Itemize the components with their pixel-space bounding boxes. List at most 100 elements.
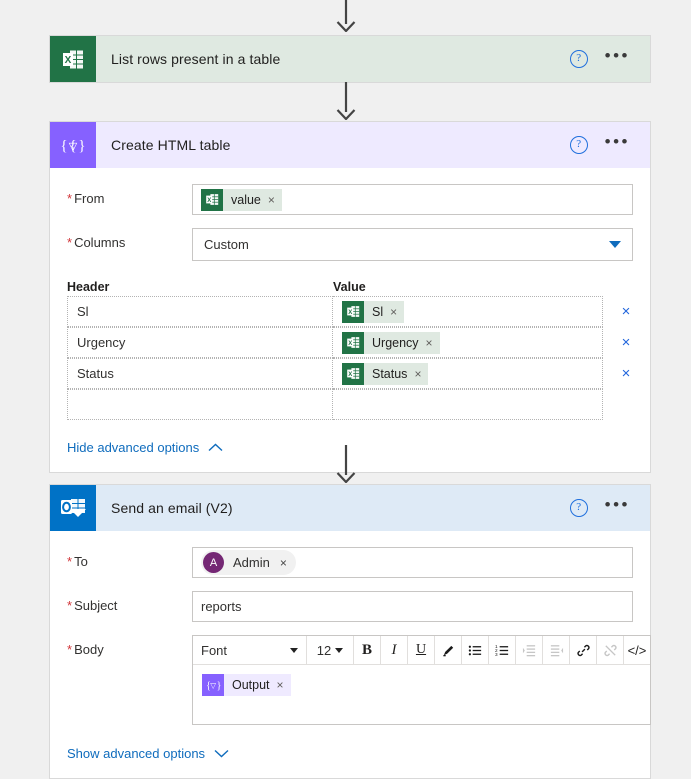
required-asterisk: * xyxy=(67,554,73,569)
card-header-actions: ? ••• xyxy=(569,47,650,68)
font-size-dropdown[interactable]: 12 xyxy=(307,636,353,664)
field-label-columns: * Columns xyxy=(67,228,192,250)
delete-row-icon[interactable]: × xyxy=(603,358,649,389)
token-value[interactable]: X value × xyxy=(201,188,282,211)
help-icon[interactable]: ? xyxy=(569,499,588,517)
field-control-subject: reports xyxy=(192,591,633,622)
columns-grid-headers: Header Value xyxy=(67,280,633,294)
label-text-columns: Columns xyxy=(74,235,126,250)
token-remove-icon[interactable]: × xyxy=(414,367,421,381)
body-content-area[interactable]: { ▽ } Output × xyxy=(193,665,650,724)
table-row[interactable]: Status X Status × × xyxy=(67,358,633,389)
arrow-list-rows-to-create-html xyxy=(0,82,691,120)
card-header-send-email[interactable]: Send an email (V2) ? ••• xyxy=(50,485,650,531)
font-family-value: Font xyxy=(201,642,228,658)
card-header-list-rows[interactable]: X List rows present in a table ? ••• xyxy=(50,36,650,82)
header-cell-input[interactable]: Sl xyxy=(67,296,333,327)
token-remove-icon[interactable]: × xyxy=(277,678,284,692)
value-cell-input[interactable] xyxy=(333,389,603,420)
excel-icon: X xyxy=(342,300,364,323)
table-row[interactable]: Sl X Sl × × xyxy=(67,296,633,327)
required-asterisk: * xyxy=(67,598,73,613)
table-row-empty[interactable] xyxy=(67,389,633,420)
chevron-down-icon[interactable] xyxy=(609,241,621,248)
columns-selected-value: Custom xyxy=(204,237,249,252)
svg-text:3: 3 xyxy=(495,652,498,657)
create-html-table-body: * From X value × * Columns Custom xyxy=(50,168,650,261)
token-remove-icon[interactable]: × xyxy=(426,336,433,350)
header-cell-input[interactable] xyxy=(67,389,333,420)
token-remove-icon[interactable]: × xyxy=(390,305,397,319)
columns-dropdown[interactable]: Custom xyxy=(192,228,633,261)
help-icon[interactable]: ? xyxy=(569,50,588,68)
link-icon[interactable] xyxy=(570,636,596,664)
token-label: Status xyxy=(372,366,408,381)
card-header-create-html-table[interactable]: { ▽ } { Create HTML table ? ••• xyxy=(50,122,650,168)
highlighter-icon[interactable] xyxy=(435,636,461,664)
underline-icon[interactable]: U xyxy=(408,636,434,664)
unlink-icon xyxy=(597,636,623,664)
subject-input[interactable]: reports xyxy=(192,591,633,622)
svg-text:X: X xyxy=(207,198,211,204)
token-label: value xyxy=(231,192,261,207)
label-text-to: To xyxy=(74,554,88,569)
value-cell-input[interactable]: X Urgency × xyxy=(333,327,603,358)
remove-recipient-icon[interactable]: × xyxy=(280,556,287,570)
more-options-icon[interactable]: ••• xyxy=(605,496,630,515)
delete-row-placeholder xyxy=(603,389,649,420)
svg-text:}: } xyxy=(217,681,222,692)
delete-row-icon[interactable]: × xyxy=(603,327,649,358)
token-value[interactable]: X Urgency × xyxy=(342,331,440,354)
chevron-up-icon[interactable] xyxy=(208,443,223,452)
italic-icon[interactable]: I xyxy=(381,636,407,664)
token-value[interactable]: X Status × xyxy=(342,362,429,385)
recipient-chip[interactable]: A Admin × xyxy=(201,550,296,575)
columns-grid: Header Value Sl X Sl × × Urgency X Urgen… xyxy=(50,274,650,420)
hide-advanced-options-label: Hide advanced options xyxy=(67,440,200,455)
token-output[interactable]: { ▽ } Output × xyxy=(202,674,291,696)
arrow-into-list-rows xyxy=(0,0,691,32)
svg-text:▽: ▽ xyxy=(69,141,78,153)
svg-text:▽: ▽ xyxy=(210,681,216,690)
delete-row-icon[interactable]: × xyxy=(603,296,649,327)
excel-icon: X xyxy=(201,188,223,211)
hide-advanced-options-link[interactable]: Hide advanced options xyxy=(67,440,223,455)
from-input[interactable]: X value × xyxy=(192,184,633,215)
header-cell-input[interactable]: Status xyxy=(67,358,333,389)
field-control-to: A Admin × xyxy=(192,547,633,578)
more-options-icon[interactable]: ••• xyxy=(605,133,630,152)
bulleted-list-icon[interactable] xyxy=(462,636,488,664)
value-cell-input[interactable]: X Status × xyxy=(333,358,603,389)
font-family-dropdown[interactable]: Font xyxy=(193,636,306,664)
field-label-from: * From xyxy=(67,184,192,206)
svg-text:}: } xyxy=(78,138,85,154)
outdent-icon xyxy=(543,636,569,664)
bold-icon[interactable]: B xyxy=(354,636,380,664)
field-row-body: * Body Font 12 B I U 1 2 3 </> {▽} Out… xyxy=(67,635,651,725)
header-cell-input[interactable]: Urgency xyxy=(67,327,333,358)
more-options-icon[interactable]: ••• xyxy=(605,47,630,66)
help-icon[interactable]: ? xyxy=(569,136,588,154)
token-value[interactable]: X Sl × xyxy=(342,300,405,323)
code-view-icon[interactable]: </> xyxy=(624,636,650,664)
field-control-body: Font 12 B I U 1 2 3 </> {▽} Output × xyxy=(192,635,651,725)
numbered-list-icon[interactable]: 123 xyxy=(489,636,515,664)
action-card-send-email[interactable]: Send an email (V2) ? ••• *To A Admin × xyxy=(49,484,651,779)
action-card-create-html-table[interactable]: { ▽ } { Create HTML table ? ••• * From X… xyxy=(49,121,651,473)
action-card-list-rows[interactable]: X List rows present in a table ? ••• xyxy=(49,35,651,83)
chevron-down-icon[interactable] xyxy=(290,647,298,653)
value-cell-input[interactable]: X Sl × xyxy=(333,296,603,327)
send-email-body: * To A Admin × * Subject reports * Body … xyxy=(50,531,651,725)
font-size-value: 12 xyxy=(316,642,332,658)
chevron-down-icon[interactable] xyxy=(335,647,344,653)
card-title-send-email: Send an email (V2) xyxy=(111,500,233,516)
card-title-list-rows: List rows present in a table xyxy=(111,51,281,67)
table-row[interactable]: Urgency X Urgency × × xyxy=(67,327,633,358)
svg-text:X: X xyxy=(64,55,71,66)
field-label-to: * To xyxy=(67,547,192,569)
to-input[interactable]: A Admin × xyxy=(192,547,633,578)
token-remove-icon[interactable]: × xyxy=(268,193,275,207)
field-row-to: * To A Admin × xyxy=(67,547,633,578)
excel-icon: X xyxy=(342,362,364,385)
rich-text-editor[interactable]: Font 12 B I U 1 2 3 </> {▽} Output × xyxy=(192,635,651,725)
